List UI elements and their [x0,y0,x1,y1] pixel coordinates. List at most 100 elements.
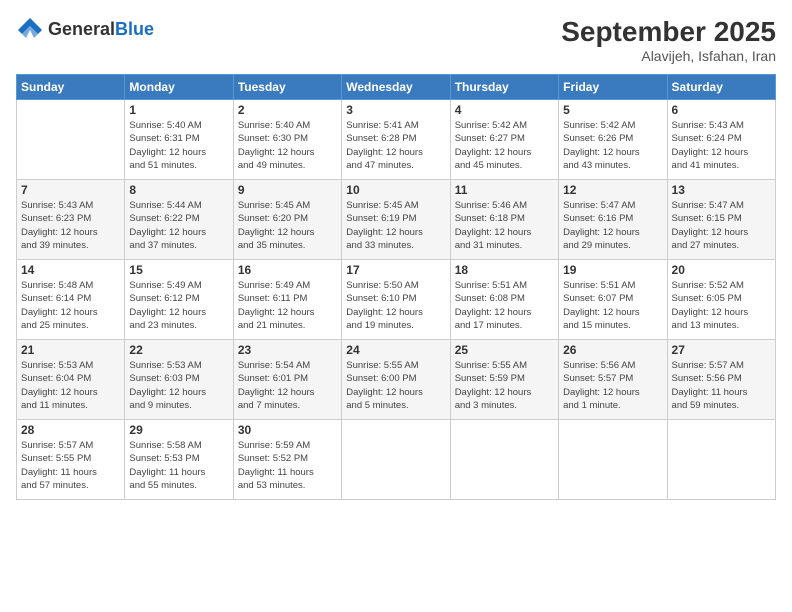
day-number: 30 [238,423,337,437]
day-info: Sunrise: 5:46 AM Sunset: 6:18 PM Dayligh… [455,199,554,252]
day-number: 15 [129,263,228,277]
day-number: 21 [21,343,120,357]
title-block: September 2025 Alavijeh, Isfahan, Iran [561,16,776,64]
calendar-header-row: Sunday Monday Tuesday Wednesday Thursday… [17,75,776,100]
col-sunday: Sunday [17,75,125,100]
table-row: 20Sunrise: 5:52 AM Sunset: 6:05 PM Dayli… [667,260,775,340]
day-info: Sunrise: 5:56 AM Sunset: 5:57 PM Dayligh… [563,359,662,412]
logo-blue: Blue [115,20,154,40]
table-row: 4 Sunrise: 5:42 AM Sunset: 6:27 PM Daylig… [450,100,558,180]
month-title: September 2025 [561,16,776,48]
day-number: 7 [21,183,120,197]
day-info: Sunrise: 5:48 AM Sunset: 6:14 PM Dayligh… [21,279,120,332]
day-info: Sunrise: 5:49 AM Sunset: 6:12 PM Dayligh… [129,279,228,332]
table-row [17,100,125,180]
day-info: Sunrise: 5:44 AM Sunset: 6:22 PM Dayligh… [129,199,228,252]
day-info: Sunrise: 5:42 AM Sunset: 6:27 PM Dayligh… [455,119,554,172]
table-row: 23Sunrise: 5:54 AM Sunset: 6:01 PM Dayli… [233,340,341,420]
day-info: Sunrise: 5:59 AM Sunset: 5:52 PM Dayligh… [238,439,337,492]
table-row: 13Sunrise: 5:47 AM Sunset: 6:15 PM Dayli… [667,180,775,260]
day-number: 9 [238,183,337,197]
table-row: 25 Sunrise: 5:55 AM Sunset: 5:59 PM Dayli… [450,340,558,420]
day-number: 6 [672,103,771,117]
day-info: Sunrise: 5:40 AM Sunset: 6:30 PM Dayligh… [238,119,337,172]
table-row: 2 Sunrise: 5:40 AM Sunset: 6:30 PM Daylig… [233,100,341,180]
day-number: 24 [346,343,445,357]
table-row: 27 Sunrise: 5:57 AM Sunset: 5:56 PM Dayli… [667,340,775,420]
table-row [450,420,558,500]
table-row: 16Sunrise: 5:49 AM Sunset: 6:11 PM Dayli… [233,260,341,340]
day-info: Sunrise: 5:55 AM Sunset: 6:00 PM Dayligh… [346,359,445,412]
calendar-week-row: 28 Sunrise: 5:57 AM Sunset: 5:55 PM Dayli… [17,420,776,500]
day-number: 11 [455,183,554,197]
table-row: 1 Sunrise: 5:40 AM Sunset: 6:31 PM Daylig… [125,100,233,180]
day-number: 22 [129,343,228,357]
table-row: 3 Sunrise: 5:41 AM Sunset: 6:28 PM Daylig… [342,100,450,180]
day-info: Sunrise: 5:57 AM Sunset: 5:55 PM Dayligh… [21,439,120,492]
page: General Blue September 2025 Alavijeh, Is… [0,0,792,612]
header: General Blue September 2025 Alavijeh, Is… [16,16,776,64]
day-info: Sunrise: 5:42 AM Sunset: 6:26 PM Dayligh… [563,119,662,172]
day-info: Sunrise: 5:40 AM Sunset: 6:31 PM Dayligh… [129,119,228,172]
table-row [342,420,450,500]
location: Alavijeh, Isfahan, Iran [561,48,776,64]
col-tuesday: Tuesday [233,75,341,100]
logo: General Blue [16,16,154,44]
day-number: 5 [563,103,662,117]
day-info: Sunrise: 5:53 AM Sunset: 6:04 PM Dayligh… [21,359,120,412]
table-row: 30 Sunrise: 5:59 AM Sunset: 5:52 PM Dayli… [233,420,341,500]
day-info: Sunrise: 5:49 AM Sunset: 6:11 PM Dayligh… [238,279,337,332]
table-row: 26Sunrise: 5:56 AM Sunset: 5:57 PM Dayli… [559,340,667,420]
col-friday: Friday [559,75,667,100]
day-info: Sunrise: 5:47 AM Sunset: 6:16 PM Dayligh… [563,199,662,252]
calendar-week-row: 1 Sunrise: 5:40 AM Sunset: 6:31 PM Daylig… [17,100,776,180]
day-number: 2 [238,103,337,117]
table-row: 12Sunrise: 5:47 AM Sunset: 6:16 PM Dayli… [559,180,667,260]
day-number: 4 [455,103,554,117]
col-wednesday: Wednesday [342,75,450,100]
day-info: Sunrise: 5:50 AM Sunset: 6:10 PM Dayligh… [346,279,445,332]
day-number: 17 [346,263,445,277]
day-info: Sunrise: 5:52 AM Sunset: 6:05 PM Dayligh… [672,279,771,332]
day-info: Sunrise: 5:58 AM Sunset: 5:53 PM Dayligh… [129,439,228,492]
day-info: Sunrise: 5:47 AM Sunset: 6:15 PM Dayligh… [672,199,771,252]
table-row [559,420,667,500]
day-info: Sunrise: 5:57 AM Sunset: 5:56 PM Dayligh… [672,359,771,412]
day-info: Sunrise: 5:51 AM Sunset: 6:08 PM Dayligh… [455,279,554,332]
day-info: Sunrise: 5:43 AM Sunset: 6:23 PM Dayligh… [21,199,120,252]
logo-general: General [48,20,115,40]
day-number: 8 [129,183,228,197]
day-number: 25 [455,343,554,357]
day-info: Sunrise: 5:45 AM Sunset: 6:20 PM Dayligh… [238,199,337,252]
calendar-table: Sunday Monday Tuesday Wednesday Thursday… [16,74,776,500]
table-row: 15 Sunrise: 5:49 AM Sunset: 6:12 PM Dayli… [125,260,233,340]
table-row: 22 Sunrise: 5:53 AM Sunset: 6:03 PM Dayli… [125,340,233,420]
table-row: 7 Sunrise: 5:43 AM Sunset: 6:23 PM Daylig… [17,180,125,260]
day-info: Sunrise: 5:41 AM Sunset: 6:28 PM Dayligh… [346,119,445,172]
calendar-week-row: 7 Sunrise: 5:43 AM Sunset: 6:23 PM Daylig… [17,180,776,260]
day-number: 10 [346,183,445,197]
day-number: 18 [455,263,554,277]
table-row: 6 Sunrise: 5:43 AM Sunset: 6:24 PM Daylig… [667,100,775,180]
table-row: 18 Sunrise: 5:51 AM Sunset: 6:08 PM Dayli… [450,260,558,340]
table-row: 10 Sunrise: 5:45 AM Sunset: 6:19 PM Dayli… [342,180,450,260]
calendar-week-row: 14Sunrise: 5:48 AM Sunset: 6:14 PM Dayli… [17,260,776,340]
table-row: 24 Sunrise: 5:55 AM Sunset: 6:00 PM Dayli… [342,340,450,420]
day-number: 28 [21,423,120,437]
table-row: 11 Sunrise: 5:46 AM Sunset: 6:18 PM Dayli… [450,180,558,260]
day-info: Sunrise: 5:55 AM Sunset: 5:59 PM Dayligh… [455,359,554,412]
table-row: 21 Sunrise: 5:53 AM Sunset: 6:04 PM Dayli… [17,340,125,420]
col-thursday: Thursday [450,75,558,100]
day-number: 27 [672,343,771,357]
day-number: 3 [346,103,445,117]
table-row: 14Sunrise: 5:48 AM Sunset: 6:14 PM Dayli… [17,260,125,340]
col-saturday: Saturday [667,75,775,100]
day-info: Sunrise: 5:43 AM Sunset: 6:24 PM Dayligh… [672,119,771,172]
table-row: 8 Sunrise: 5:44 AM Sunset: 6:22 PM Daylig… [125,180,233,260]
day-number: 1 [129,103,228,117]
day-info: Sunrise: 5:53 AM Sunset: 6:03 PM Dayligh… [129,359,228,412]
day-info: Sunrise: 5:45 AM Sunset: 6:19 PM Dayligh… [346,199,445,252]
day-number: 19 [563,263,662,277]
calendar-week-row: 21 Sunrise: 5:53 AM Sunset: 6:04 PM Dayli… [17,340,776,420]
day-info: Sunrise: 5:54 AM Sunset: 6:01 PM Dayligh… [238,359,337,412]
